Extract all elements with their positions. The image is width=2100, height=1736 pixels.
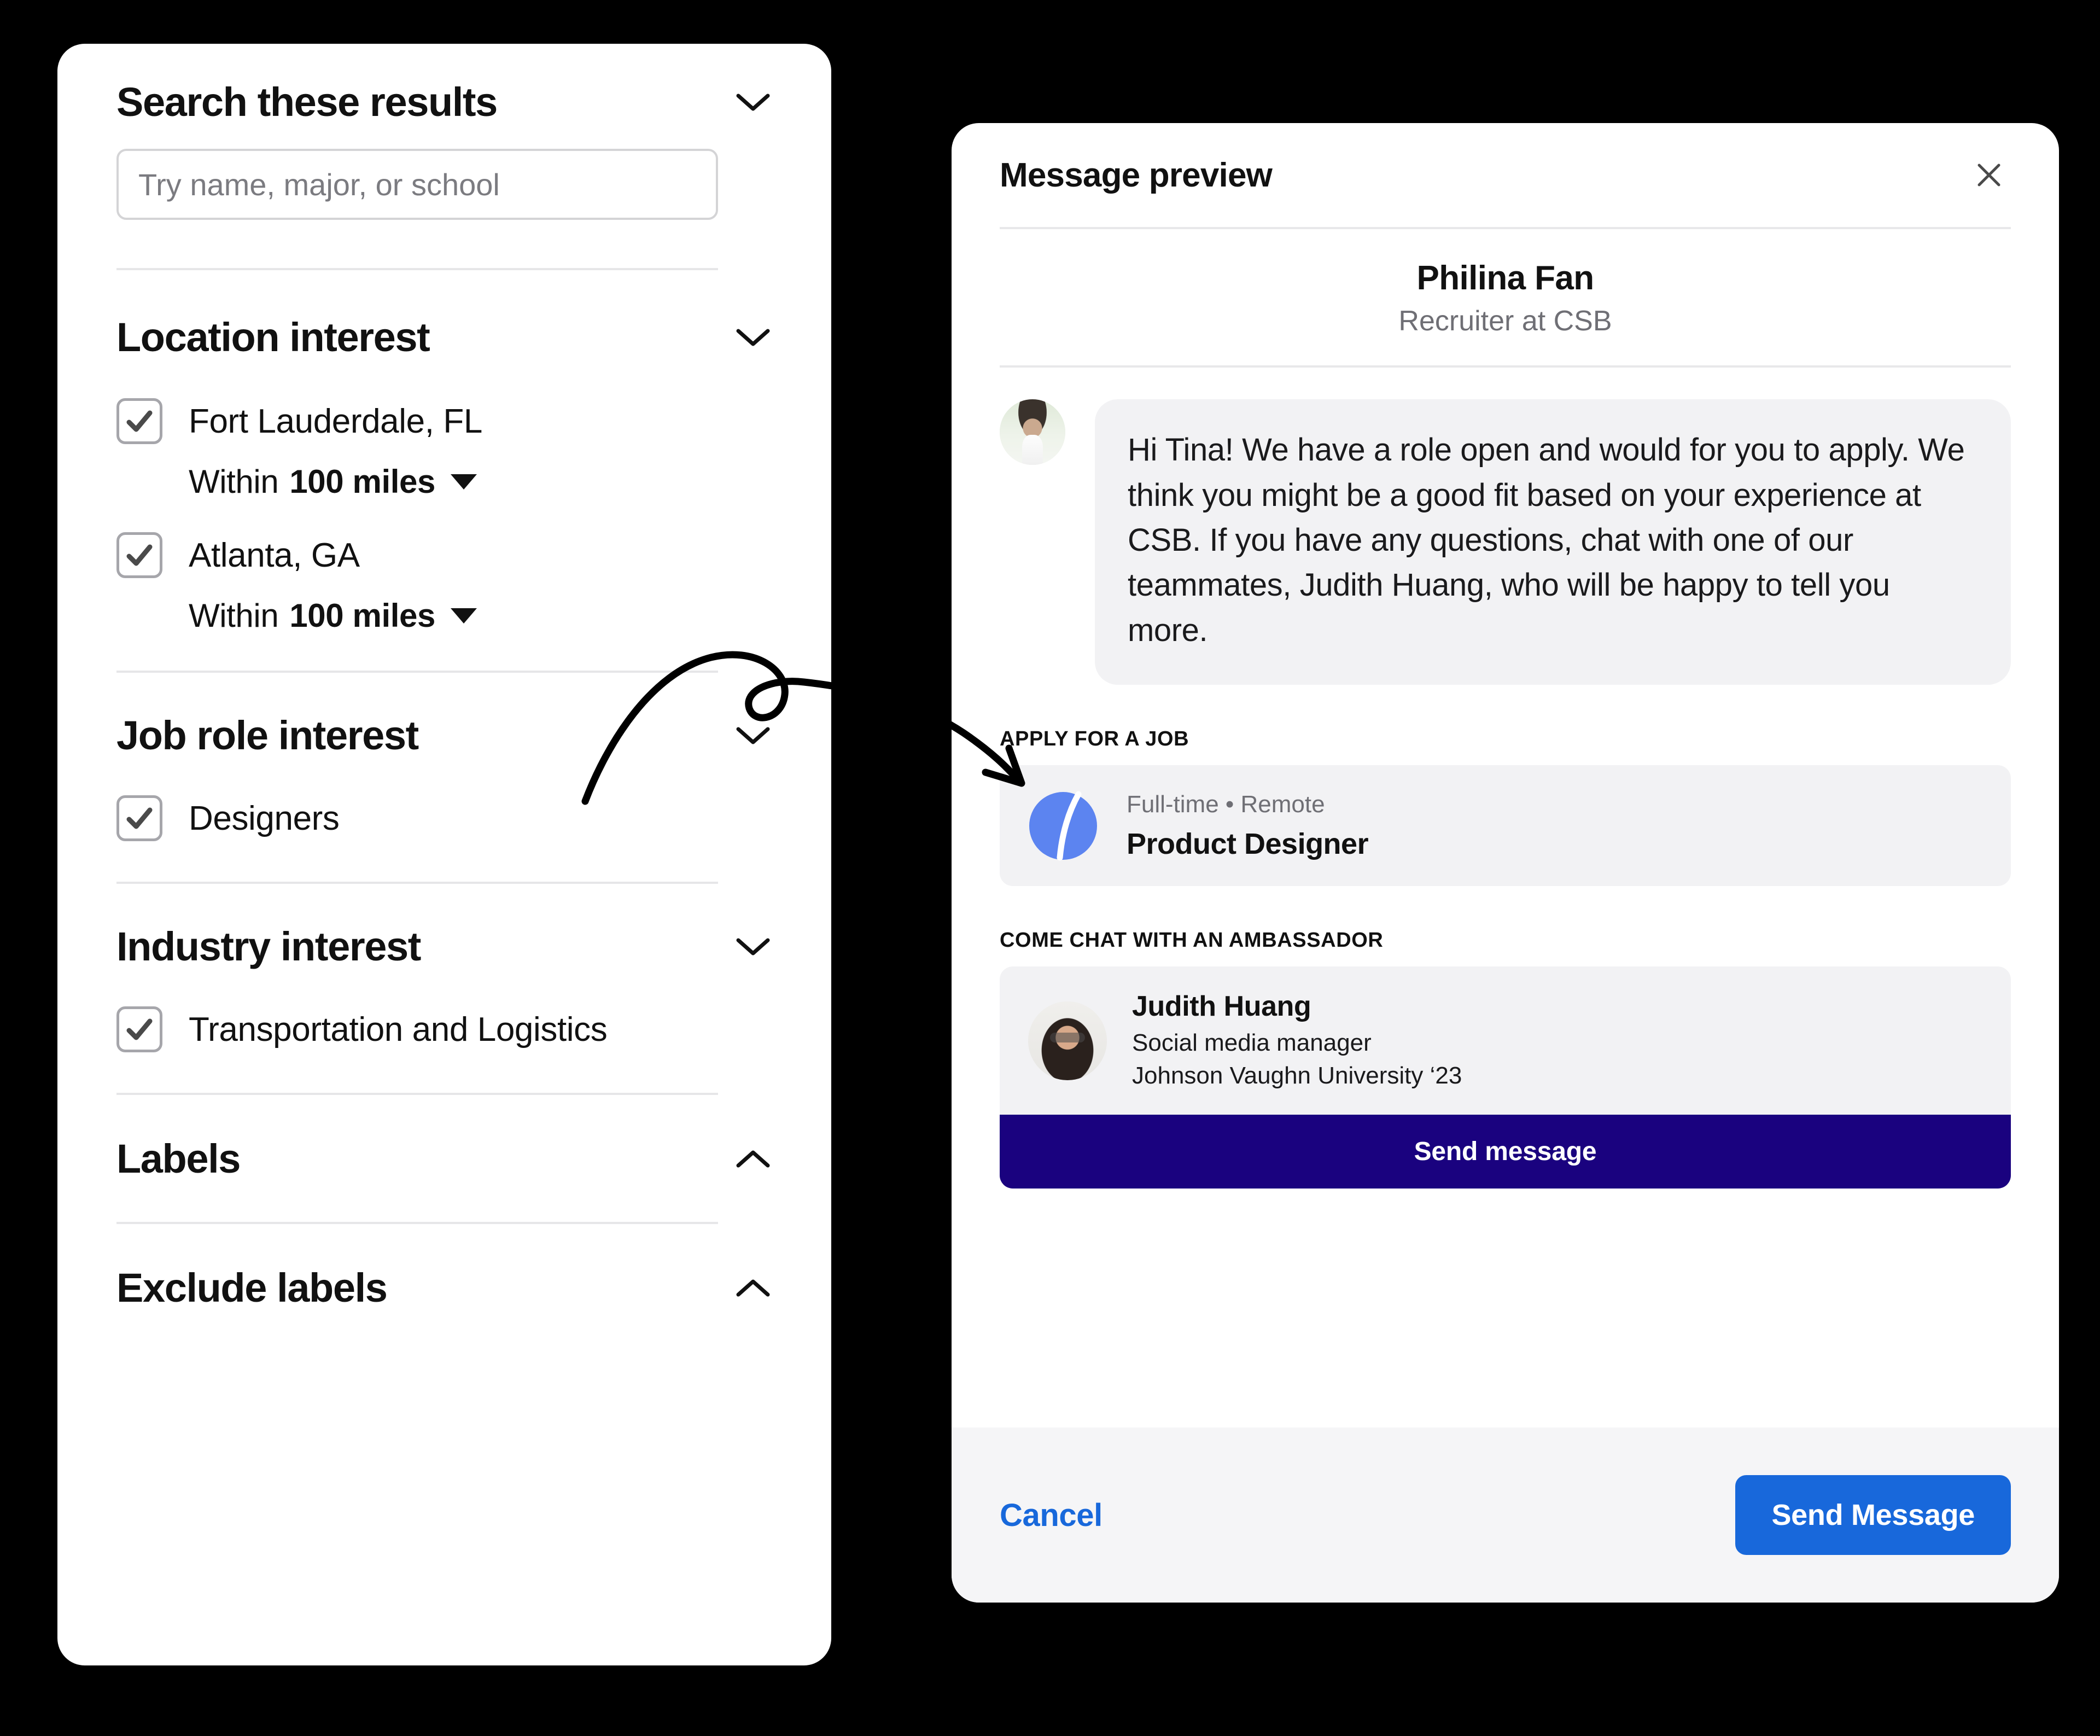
sender-role: Recruiter at CSB xyxy=(1398,305,1612,337)
job-card[interactable]: Full-time • Remote Product Designer xyxy=(1000,765,2011,887)
job-role-section-title: Job role interest xyxy=(116,713,419,758)
industry-section-title: Industry interest xyxy=(116,924,421,969)
ambassador-info: Judith Huang Social media manager Johnso… xyxy=(1000,966,2011,1115)
ambassador-card: Judith Huang Social media manager Johnso… xyxy=(1000,966,2011,1189)
radius-value: 100 miles xyxy=(289,463,435,500)
radius-lead-label: Within xyxy=(189,597,279,634)
radius-dropdown-atlanta[interactable]: Within 100 miles xyxy=(116,597,772,634)
send-message-button[interactable]: Send Message xyxy=(1735,1475,2011,1555)
location-option-label: Atlanta, GA xyxy=(189,536,360,574)
checkbox-checked-icon[interactable] xyxy=(116,398,162,444)
location-option-fort-lauderdale[interactable]: Fort Lauderdale, FL xyxy=(116,398,772,444)
page-title: Message preview xyxy=(1000,156,1273,194)
cancel-button[interactable]: Cancel xyxy=(1000,1497,1102,1534)
chevron-down-icon[interactable] xyxy=(734,935,772,959)
caret-down-icon[interactable] xyxy=(450,608,477,624)
search-input-wrapper[interactable] xyxy=(116,149,718,220)
screenshot-canvas: Search these results Location interest xyxy=(0,0,2100,1736)
message-bubble: Hi Tina! We have a role open and would f… xyxy=(1095,399,2011,685)
ambassador-name: Judith Huang xyxy=(1132,991,1311,1023)
company-logo-j-icon xyxy=(1028,791,1098,861)
location-section-title: Location interest xyxy=(116,314,430,360)
labels-section-header[interactable]: Labels xyxy=(116,1139,772,1179)
location-option-atlanta[interactable]: Atlanta, GA xyxy=(116,532,772,578)
checkbox-checked-icon[interactable] xyxy=(116,532,162,578)
job-card-text: Full-time • Remote Product Designer xyxy=(1127,790,1369,861)
apply-for-a-job-caption: APPLY FOR A JOB xyxy=(1000,727,1189,751)
sender-block: Philina Fan Recruiter at CSB xyxy=(1000,229,2011,365)
modal-footer: Cancel Send Message xyxy=(952,1428,2059,1603)
filters-panel-inner: Search these results Location interest xyxy=(57,44,831,1308)
message-bubble-text: Hi Tina! We have a role open and would f… xyxy=(1128,432,1965,648)
close-icon[interactable] xyxy=(1967,153,2011,197)
job-meta: Full-time • Remote xyxy=(1127,791,1325,818)
message-preview-body: Message preview Philina Fan Recruiter at… xyxy=(952,123,2059,1428)
search-section-title: Search these results xyxy=(116,79,498,125)
radius-dropdown-fort-lauderdale[interactable]: Within 100 miles xyxy=(116,463,772,500)
industry-option-label: Transportation and Logistics xyxy=(189,1010,608,1048)
exclude-labels-section-title: Exclude labels xyxy=(116,1265,388,1310)
location-option-label: Fort Lauderdale, FL xyxy=(189,402,482,440)
ambassador-role: Social media manager xyxy=(1132,1029,1372,1057)
chevron-down-icon[interactable] xyxy=(734,90,772,114)
chevron-up-icon[interactable] xyxy=(734,1147,772,1171)
ambassador-school: Johnson Vaughn University ‘23 xyxy=(1132,1062,1462,1089)
ambassador-avatar xyxy=(1028,1001,1107,1080)
chevron-up-icon[interactable] xyxy=(734,1276,772,1300)
search-input[interactable] xyxy=(137,166,697,203)
exclude-labels-section-header[interactable]: Exclude labels xyxy=(116,1268,772,1308)
ambassador-text: Judith Huang Social media manager Johnso… xyxy=(1132,989,1462,1092)
job-title: Product Designer xyxy=(1127,827,1369,860)
checkbox-checked-icon[interactable] xyxy=(116,1006,162,1052)
message-preview-modal: Message preview Philina Fan Recruiter at… xyxy=(952,123,2059,1603)
chevron-down-icon[interactable] xyxy=(734,325,772,349)
message-row: Hi Tina! We have a role open and would f… xyxy=(1000,368,2011,685)
checkbox-checked-icon[interactable] xyxy=(116,795,162,841)
industry-option-transportation-logistics[interactable]: Transportation and Logistics xyxy=(116,1006,772,1052)
sender-name: Philina Fan xyxy=(1416,259,1594,297)
job-role-option-label: Designers xyxy=(189,799,340,837)
radius-value: 100 miles xyxy=(289,597,435,634)
job-role-option-designers[interactable]: Designers xyxy=(116,795,772,841)
recruiter-avatar xyxy=(1000,399,1065,465)
radius-lead-label: Within xyxy=(189,463,279,500)
caret-down-icon[interactable] xyxy=(450,474,477,490)
job-role-section-header[interactable]: Job role interest xyxy=(116,715,772,756)
industry-section-header[interactable]: Industry interest xyxy=(116,927,772,967)
modal-header: Message preview xyxy=(1000,123,2011,227)
labels-section-title: Labels xyxy=(116,1136,241,1181)
filters-panel: Search these results Location interest xyxy=(57,44,831,1665)
location-section-header[interactable]: Location interest xyxy=(116,317,772,358)
search-section-header[interactable]: Search these results xyxy=(116,82,772,123)
ambassador-send-message-button[interactable]: Send message xyxy=(1000,1115,2011,1189)
ambassador-caption: COME CHAT WITH AN AMBASSADOR xyxy=(1000,929,1384,952)
chevron-down-icon[interactable] xyxy=(734,724,772,748)
